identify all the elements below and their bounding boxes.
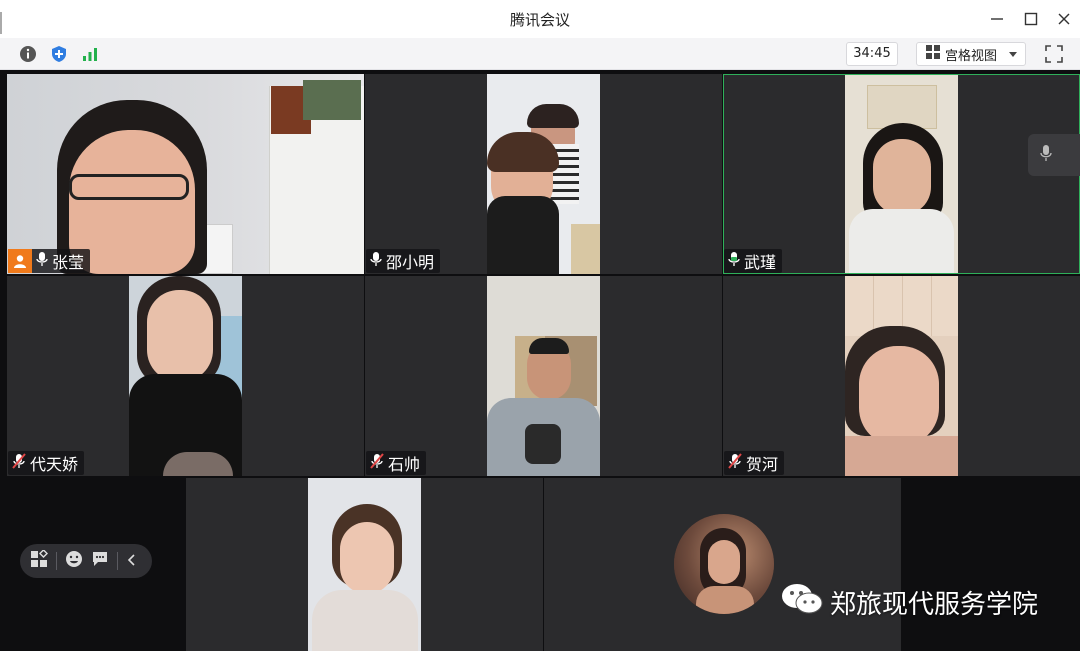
participant-name: 石帅: [388, 455, 421, 474]
participant-avatar: [674, 514, 774, 614]
host-badge-icon: [8, 249, 32, 273]
emoji-icon[interactable]: [65, 550, 83, 572]
participant-tile[interactable]: 代天娇: [7, 276, 364, 476]
grid-icon: [925, 44, 941, 64]
info-icon[interactable]: [16, 42, 40, 66]
mic-speaking-icon: [728, 251, 740, 271]
wechat-watermark: 郑旅现代服务学院: [780, 583, 1039, 620]
mic-muted-icon: [728, 453, 742, 473]
video-feed: [845, 75, 958, 273]
toolbar-divider: [117, 552, 118, 570]
video-feed: [845, 276, 958, 476]
layout-icon[interactable]: [30, 548, 49, 572]
video-feed: [487, 276, 600, 476]
floating-toolbar: [20, 544, 152, 578]
participant-name-tag: 贺河: [724, 451, 785, 475]
title-bar: 腾讯会议: [0, 0, 1080, 38]
video-feed: [7, 74, 364, 274]
meeting-timer: 34:45: [846, 42, 898, 66]
view-mode-label: 宫格视图: [945, 48, 998, 64]
participant-name: 贺河: [746, 455, 779, 474]
participant-name-tag: 邵小明: [366, 249, 441, 273]
participant-name-tag: 张莹: [8, 249, 91, 273]
meeting-toolbar: 34:45 宫格视图: [0, 38, 1080, 70]
mic-on-icon: [370, 251, 382, 271]
participant-name: 武瑾: [744, 253, 777, 272]
mic-muted-icon: [370, 453, 384, 473]
participant-tile[interactable]: 武瑾: [723, 74, 1080, 274]
floating-mic-toggle[interactable]: [1028, 134, 1080, 176]
participant-tile[interactable]: 张莹: [7, 74, 364, 274]
video-feed: [129, 276, 242, 476]
video-feed: [308, 478, 421, 651]
mic-icon: [1040, 144, 1052, 166]
minimize-button[interactable]: [984, 6, 1010, 32]
participant-name: 邵小明: [386, 253, 435, 272]
participant-name-tag: 武瑾: [724, 249, 783, 273]
video-grid: 张莹 邵小明 武瑾 代天娇 石帅 贺河 郑旅现代服务学院: [0, 70, 1080, 651]
participant-tile[interactable]: 石帅: [365, 276, 722, 476]
participant-tile[interactable]: 贺河: [723, 276, 1080, 476]
participant-name-tag: 石帅: [366, 451, 427, 475]
video-feed: [487, 74, 600, 274]
participant-name-tag: 代天娇: [8, 451, 85, 475]
signal-icon[interactable]: [78, 42, 102, 66]
fullscreen-icon[interactable]: [1042, 42, 1066, 66]
maximize-button[interactable]: [1018, 6, 1044, 32]
toolbar-divider: [56, 552, 57, 570]
chat-icon[interactable]: [91, 550, 109, 572]
close-button[interactable]: [1051, 6, 1077, 32]
meeting-window: 腾讯会议 34:45 宫格视图 张莹 邵小明 武瑾 代天娇 石帅 贺河 郑旅现代…: [0, 0, 1080, 651]
window-title: 腾讯会议: [509, 11, 570, 29]
shield-icon[interactable]: [47, 42, 71, 66]
wechat-icon: [780, 581, 824, 624]
participant-tile[interactable]: [186, 478, 543, 651]
mic-muted-icon: [12, 453, 26, 473]
participant-name: 张莹: [52, 253, 85, 272]
chevron-down-icon: [1009, 47, 1018, 62]
watermark-text: 郑旅现代服务学院: [830, 589, 1039, 620]
participant-tile[interactable]: 邵小明: [365, 74, 722, 274]
mic-on-icon: [36, 251, 48, 271]
participant-name: 代天娇: [30, 455, 79, 474]
chevron-left-icon[interactable]: [126, 552, 136, 571]
view-mode-dropdown[interactable]: 宫格视图: [916, 42, 1026, 66]
